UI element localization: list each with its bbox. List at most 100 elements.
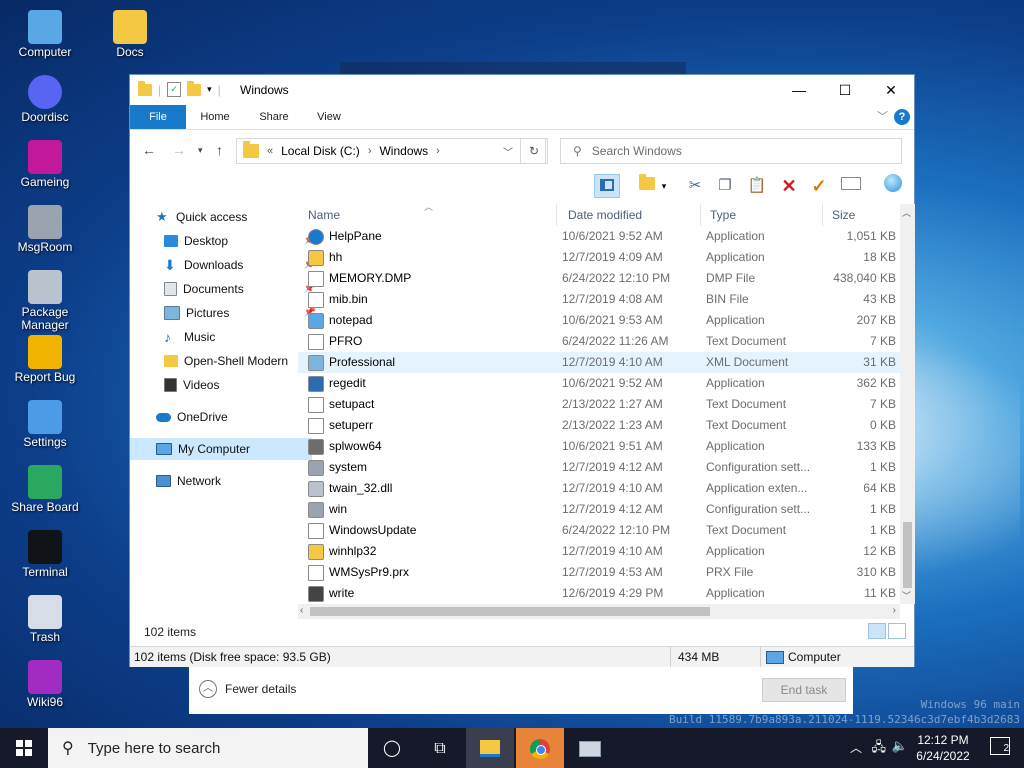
desktop-icon-package-manager[interactable]: Package Manager — [5, 270, 85, 332]
navigation-pane-icon[interactable] — [594, 174, 620, 198]
desktop-icon-settings[interactable]: Settings — [5, 400, 85, 449]
forward-arrow-icon[interactable]: → — [172, 142, 186, 158]
customize-dropdown-icon[interactable]: ▾ — [207, 84, 212, 95]
tab-view[interactable]: View — [306, 105, 352, 129]
nav-open-shell-modern[interactable]: Open-Shell Modern — [130, 350, 320, 372]
end-task-button[interactable]: End task — [762, 678, 846, 702]
horizontal-scrollbar[interactable]: ‹ › — [298, 604, 900, 619]
chrome-taskbar-icon[interactable] — [516, 728, 564, 768]
rename-icon[interactable]: ✓ — [806, 174, 832, 198]
search-input[interactable]: ⚲ Search Windows — [560, 138, 902, 164]
file-row[interactable]: MEMORY.DMP 6/24/2022 12:10 PM DMP File 438,… — [298, 268, 900, 289]
file-row[interactable]: regedit 10/6/2021 9:52 AM Application 362 K… — [298, 373, 900, 394]
desktop-icon-doordisc[interactable]: Doordisc — [5, 75, 85, 124]
file-row[interactable]: win 12/7/2019 4:12 AM Configuration sett..… — [298, 499, 900, 520]
breadcrumb-windows[interactable]: Windows — [379, 144, 428, 158]
cut-icon[interactable]: ✂ — [682, 174, 708, 198]
copy-icon[interactable]: ❐ — [712, 174, 738, 198]
new-folder-toolbar-icon[interactable] — [634, 174, 660, 198]
close-button[interactable]: ✕ — [868, 75, 914, 105]
ribbon-expand-icon[interactable]: ﹀ — [877, 108, 888, 124]
new-dropdown-icon[interactable]: ▾ — [658, 174, 670, 198]
scroll-left-icon[interactable]: ‹ — [300, 605, 303, 616]
nav-quick-access[interactable]: ★ Quick access — [130, 206, 312, 228]
scroll-right-icon[interactable]: › — [893, 605, 896, 616]
title-bar[interactable]: | ✓ ▾ | Windows — ☐ ✕ — [130, 75, 914, 105]
desktop-icon-wiki96[interactable]: Wiki96 — [5, 660, 85, 709]
large-icons-view-icon[interactable] — [888, 623, 906, 639]
desktop-icon-terminal[interactable]: Terminal — [5, 530, 85, 579]
properties-toolbar-icon[interactable] — [838, 174, 864, 198]
file-row[interactable]: setupact 2/13/2022 1:27 AM Text Document 7 … — [298, 394, 900, 415]
tab-share[interactable]: Share — [250, 105, 298, 129]
scroll-down-icon[interactable]: ﹀ — [902, 589, 911, 602]
delete-icon[interactable]: ✕ — [776, 174, 802, 198]
file-row[interactable]: PFRO 6/24/2022 11:26 AM Text Document 7 KB — [298, 331, 900, 352]
details-view-icon[interactable] — [868, 623, 886, 639]
nav-network[interactable]: Network — [130, 470, 312, 492]
scroll-up-icon[interactable]: ︿ — [902, 206, 911, 219]
maximize-button[interactable]: ☐ — [822, 75, 868, 105]
address-bar[interactable]: « Local Disk (C:) › Windows › ﹀ — [236, 138, 546, 164]
desktop-icon-trash[interactable]: Trash — [5, 595, 85, 644]
file-row[interactable]: write 12/6/2019 4:29 PM Application 11 KB — [298, 583, 900, 604]
network-status-icon[interactable]: 🖧 — [872, 738, 887, 760]
file-row[interactable]: setuperr 2/13/2022 1:23 AM Text Document 0 … — [298, 415, 900, 436]
tab-home[interactable]: Home — [192, 105, 238, 129]
start-button[interactable] — [0, 728, 48, 768]
file-row[interactable]: WindowsUpdate 6/24/2022 12:10 PM Text Docu… — [298, 520, 900, 541]
refresh-button[interactable]: ↻ — [520, 138, 548, 164]
file-row[interactable]: notepad 10/6/2021 9:53 AM Application 207 K… — [298, 310, 900, 331]
file-row[interactable]: splwow64 10/6/2021 9:51 AM Application 133 … — [298, 436, 900, 457]
desktop-icon-gameing[interactable]: Gameing — [5, 140, 85, 189]
cortana-icon[interactable]: ◯ — [368, 728, 416, 768]
recent-locations-icon[interactable]: ▾ — [198, 145, 203, 156]
file-row[interactable]: HelpPane 10/6/2021 9:52 AM Application 1,05… — [298, 226, 900, 247]
file-row[interactable]: mib.bin 12/7/2019 4:08 AM BIN File 43 KB — [298, 289, 900, 310]
show-hidden-icons[interactable]: ︿ — [850, 739, 862, 756]
nav-documents[interactable]: Documents 📌 — [130, 278, 320, 300]
nav-desktop[interactable]: Desktop 📌 — [130, 230, 320, 252]
notification-center-icon[interactable]: 2 — [990, 737, 1010, 755]
minimize-button[interactable]: — — [776, 75, 822, 105]
file-explorer-taskbar-icon[interactable] — [466, 728, 514, 768]
desktop-icon-report-bug[interactable]: Report Bug — [5, 335, 85, 384]
properties-icon[interactable]: ✓ — [167, 82, 182, 97]
nav-onedrive[interactable]: OneDrive — [130, 406, 312, 428]
nav-pictures[interactable]: Pictures 📌 — [130, 302, 320, 324]
up-arrow-icon[interactable]: ↑ — [216, 142, 223, 158]
desktop-icon-share-board[interactable]: Share Board — [5, 465, 85, 514]
task-manager-taskbar-icon[interactable] — [566, 728, 614, 768]
desktop-icon-computer[interactable]: Computer — [5, 10, 85, 59]
desktop-icon-docs[interactable]: Docs — [90, 10, 170, 59]
column-size[interactable]: Size — [832, 208, 855, 222]
taskbar-search-input[interactable]: ⚲ Type here to search — [48, 728, 368, 768]
nav-music[interactable]: ♪ Music — [130, 326, 320, 348]
scroll-thumb[interactable] — [310, 607, 710, 616]
nav-downloads[interactable]: ⬇ Downloads 📌 — [130, 254, 320, 276]
vertical-scrollbar[interactable]: ︿ ﹀ — [900, 204, 915, 604]
file-row[interactable]: twain_32.dll 12/7/2019 4:10 AM Application… — [298, 478, 900, 499]
breadcrumb-overflow[interactable]: « — [267, 145, 273, 157]
file-row[interactable]: system 12/7/2019 4:12 AM Configuration set… — [298, 457, 900, 478]
scroll-thumb[interactable] — [903, 522, 912, 588]
back-arrow-icon[interactable]: ← — [142, 142, 156, 158]
volume-icon[interactable]: 🔈 — [892, 738, 908, 754]
tab-file[interactable]: File — [130, 105, 186, 129]
task-view-icon[interactable]: ⧉ — [416, 728, 464, 768]
new-folder-icon[interactable] — [187, 80, 202, 96]
address-dropdown-icon[interactable]: ﹀ — [503, 144, 513, 159]
file-row[interactable]: winhlp32 12/7/2019 4:10 AM Application 12 K… — [298, 541, 900, 562]
file-row[interactable]: hh 12/7/2019 4:09 AM Application 18 KB — [298, 247, 900, 268]
desktop-icon-msgroom[interactable]: MsgRoom — [5, 205, 85, 254]
clock[interactable]: 12:12 PM 6/24/2022 — [908, 732, 978, 764]
file-row[interactable]: WMSysPr9.prx 12/7/2019 4:53 AM PRX File 310… — [298, 562, 900, 583]
column-name[interactable]: Name — [308, 208, 340, 222]
column-date-modified[interactable]: Date modified — [568, 208, 642, 222]
column-type[interactable]: Type — [710, 208, 736, 222]
nav-my-computer[interactable]: My Computer — [130, 438, 312, 460]
file-row[interactable]: Professional 12/7/2019 4:10 AM XML Documen… — [298, 352, 900, 373]
breadcrumb-local-disk[interactable]: Local Disk (C:) — [281, 144, 360, 158]
fewer-details-button[interactable]: ︿ Fewer details — [199, 680, 296, 698]
shell-orb-icon[interactable] — [880, 174, 906, 198]
